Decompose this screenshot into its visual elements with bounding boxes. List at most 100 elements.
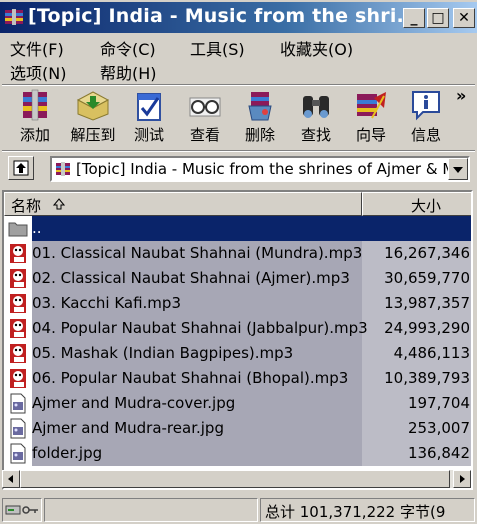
mp3-file-icon bbox=[10, 344, 26, 363]
jpg-file-icon bbox=[10, 443, 26, 464]
file-size: 10,389,793 bbox=[384, 369, 470, 387]
scroll-left-button[interactable] bbox=[2, 470, 20, 488]
table-row[interactable]: 04. Popular Naubat Shahnai (Jabbalpur).m… bbox=[4, 316, 471, 341]
title-bar[interactable]: [Topic] India - Music from the shri... _… bbox=[0, 2, 477, 33]
delete-icon bbox=[248, 92, 272, 121]
info-label: 信息 bbox=[410, 126, 441, 144]
table-row[interactable]: 05. Mashak (Indian Bagpipes).mp3 4,486,1… bbox=[4, 341, 471, 366]
status-total-panel: 总计 101,371,222 字节(9 bbox=[260, 498, 475, 522]
test-button[interactable]: 测试 bbox=[126, 88, 172, 146]
wizard-label: 向导 bbox=[355, 126, 386, 144]
file-name: 01. Classical Naubat Shahnai (Mundra).mp… bbox=[32, 244, 363, 262]
delete-button[interactable]: 删除 bbox=[237, 88, 283, 146]
drive-key-icon[interactable] bbox=[5, 503, 39, 517]
file-size: 16,267,346 bbox=[384, 244, 470, 262]
toolbar-more-chevron-icon[interactable]: » bbox=[456, 86, 466, 105]
size-cell bbox=[362, 216, 471, 241]
wizard-button[interactable]: 向导 bbox=[348, 88, 394, 146]
up-folder-button[interactable] bbox=[8, 156, 34, 180]
menu-favorites[interactable]: 收藏夹(O) bbox=[280, 36, 353, 60]
sort-ascending-icon bbox=[53, 198, 65, 210]
scroll-right-button[interactable] bbox=[453, 470, 471, 488]
status-selection-panel bbox=[44, 498, 258, 522]
name-cell bbox=[32, 216, 362, 241]
jpg-file-icon bbox=[10, 418, 26, 439]
menu-options[interactable]: 选项(N) bbox=[10, 60, 66, 84]
menu-bar: 文件(F) 命令(C) 工具(S) 收藏夹(O) 选项(N) 帮助(H) bbox=[0, 34, 477, 84]
mp3-file-icon bbox=[10, 244, 26, 263]
table-row[interactable]: folder.jpg 136,842 bbox=[4, 441, 471, 466]
table-row[interactable]: Ajmer and Mudra-cover.jpg 197,704 bbox=[4, 391, 471, 416]
test-label: 测试 bbox=[133, 126, 164, 144]
file-list[interactable]: 名称 大小 .. 01. Classical Naubat Shahnai (M… bbox=[2, 190, 473, 490]
column-header-size[interactable]: 大小 bbox=[362, 192, 471, 216]
table-row[interactable]: 03. Kacchi Kafi.mp3 13,987,357 bbox=[4, 291, 471, 316]
view-icon bbox=[189, 97, 221, 117]
table-row[interactable]: 01. Classical Naubat Shahnai (Mundra).mp… bbox=[4, 241, 471, 266]
arrow-left-icon bbox=[8, 475, 13, 483]
file-size: 197,704 bbox=[407, 394, 470, 412]
find-button[interactable]: 查找 bbox=[293, 88, 339, 146]
file-size: 4,486,113 bbox=[393, 344, 470, 362]
menu-commands[interactable]: 命令(C) bbox=[100, 36, 156, 60]
extract-icon bbox=[76, 91, 110, 121]
delete-label: 删除 bbox=[244, 126, 275, 144]
file-size: 13,987,357 bbox=[384, 294, 470, 312]
column-size-label: 大小 bbox=[410, 197, 441, 215]
archive-icon bbox=[56, 162, 70, 176]
file-name: folder.jpg bbox=[32, 444, 103, 462]
view-button[interactable]: 查看 bbox=[182, 88, 228, 146]
status-icons-panel bbox=[2, 498, 42, 522]
info-icon bbox=[412, 91, 440, 121]
mp3-file-icon bbox=[10, 294, 26, 313]
extract-to-label: 解压到 bbox=[70, 126, 116, 144]
column-header-name[interactable]: 名称 bbox=[4, 192, 362, 216]
up-arrow-icon bbox=[13, 160, 29, 176]
test-icon bbox=[137, 93, 161, 121]
menu-tools[interactable]: 工具(S) bbox=[190, 36, 245, 60]
column-name-label: 名称 bbox=[11, 197, 42, 215]
close-button[interactable]: ✕ bbox=[453, 8, 475, 28]
add-archive-icon bbox=[23, 89, 47, 121]
horizontal-scrollbar[interactable] bbox=[2, 470, 471, 488]
toolbar: 添加 解压到 测试 查看 删除 查找 向导 信息 » bbox=[0, 86, 477, 148]
extract-to-button[interactable]: 解压到 bbox=[70, 88, 116, 146]
dropdown-arrow-icon bbox=[453, 167, 463, 173]
file-name: 03. Kacchi Kafi.mp3 bbox=[32, 294, 181, 312]
arrow-right-icon bbox=[460, 475, 465, 483]
scroll-thumb[interactable] bbox=[20, 470, 450, 488]
window-title: [Topic] India - Music from the shri... bbox=[28, 5, 419, 27]
winrar-app-icon[interactable] bbox=[4, 8, 24, 26]
find-label: 查找 bbox=[300, 126, 331, 144]
menu-file[interactable]: 文件(F) bbox=[10, 36, 64, 60]
info-button[interactable]: 信息 bbox=[403, 88, 449, 146]
maximize-button[interactable]: □ bbox=[427, 8, 449, 28]
mp3-file-icon bbox=[10, 369, 26, 388]
menu-help[interactable]: 帮助(H) bbox=[100, 60, 157, 84]
list-header: 名称 大小 bbox=[4, 192, 471, 216]
table-row[interactable]: 02. Classical Naubat Shahnai (Ajmer).mp3… bbox=[4, 266, 471, 291]
file-name: 04. Popular Naubat Shahnai (Jabbalpur).m… bbox=[32, 319, 368, 337]
status-total-text: 总计 101,371,222 字节(9 bbox=[265, 503, 446, 521]
table-row[interactable]: 06. Popular Naubat Shahnai (Bhopal).mp3 … bbox=[4, 366, 471, 391]
file-name: 02. Classical Naubat Shahnai (Ajmer).mp3 bbox=[32, 269, 350, 287]
folder-icon bbox=[8, 222, 28, 237]
file-name: 05. Mashak (Indian Bagpipes).mp3 bbox=[32, 344, 294, 362]
file-name: 06. Popular Naubat Shahnai (Bhopal).mp3 bbox=[32, 369, 349, 387]
mp3-file-icon bbox=[10, 319, 26, 338]
table-row[interactable]: Ajmer and Mudra-rear.jpg 253,007 bbox=[4, 416, 471, 441]
add-button[interactable]: 添加 bbox=[12, 88, 58, 146]
file-name: Ajmer and Mudra-cover.jpg bbox=[32, 394, 236, 412]
winrar-window: [Topic] India - Music from the shri... _… bbox=[0, 0, 477, 524]
address-path: [Topic] India - Music from the shrines o… bbox=[76, 160, 465, 178]
minimize-button[interactable]: _ bbox=[403, 8, 425, 28]
address-combo[interactable]: [Topic] India - Music from the shrines o… bbox=[50, 156, 470, 182]
address-dropdown-button[interactable] bbox=[448, 158, 468, 180]
table-row[interactable]: .. bbox=[4, 216, 471, 241]
file-size: 30,659,770 bbox=[384, 269, 470, 287]
find-icon bbox=[303, 96, 329, 118]
file-name: .. bbox=[32, 219, 42, 237]
address-row: [Topic] India - Music from the shrines o… bbox=[0, 152, 477, 186]
file-size: 136,842 bbox=[407, 444, 470, 462]
jpg-file-icon bbox=[10, 393, 26, 414]
